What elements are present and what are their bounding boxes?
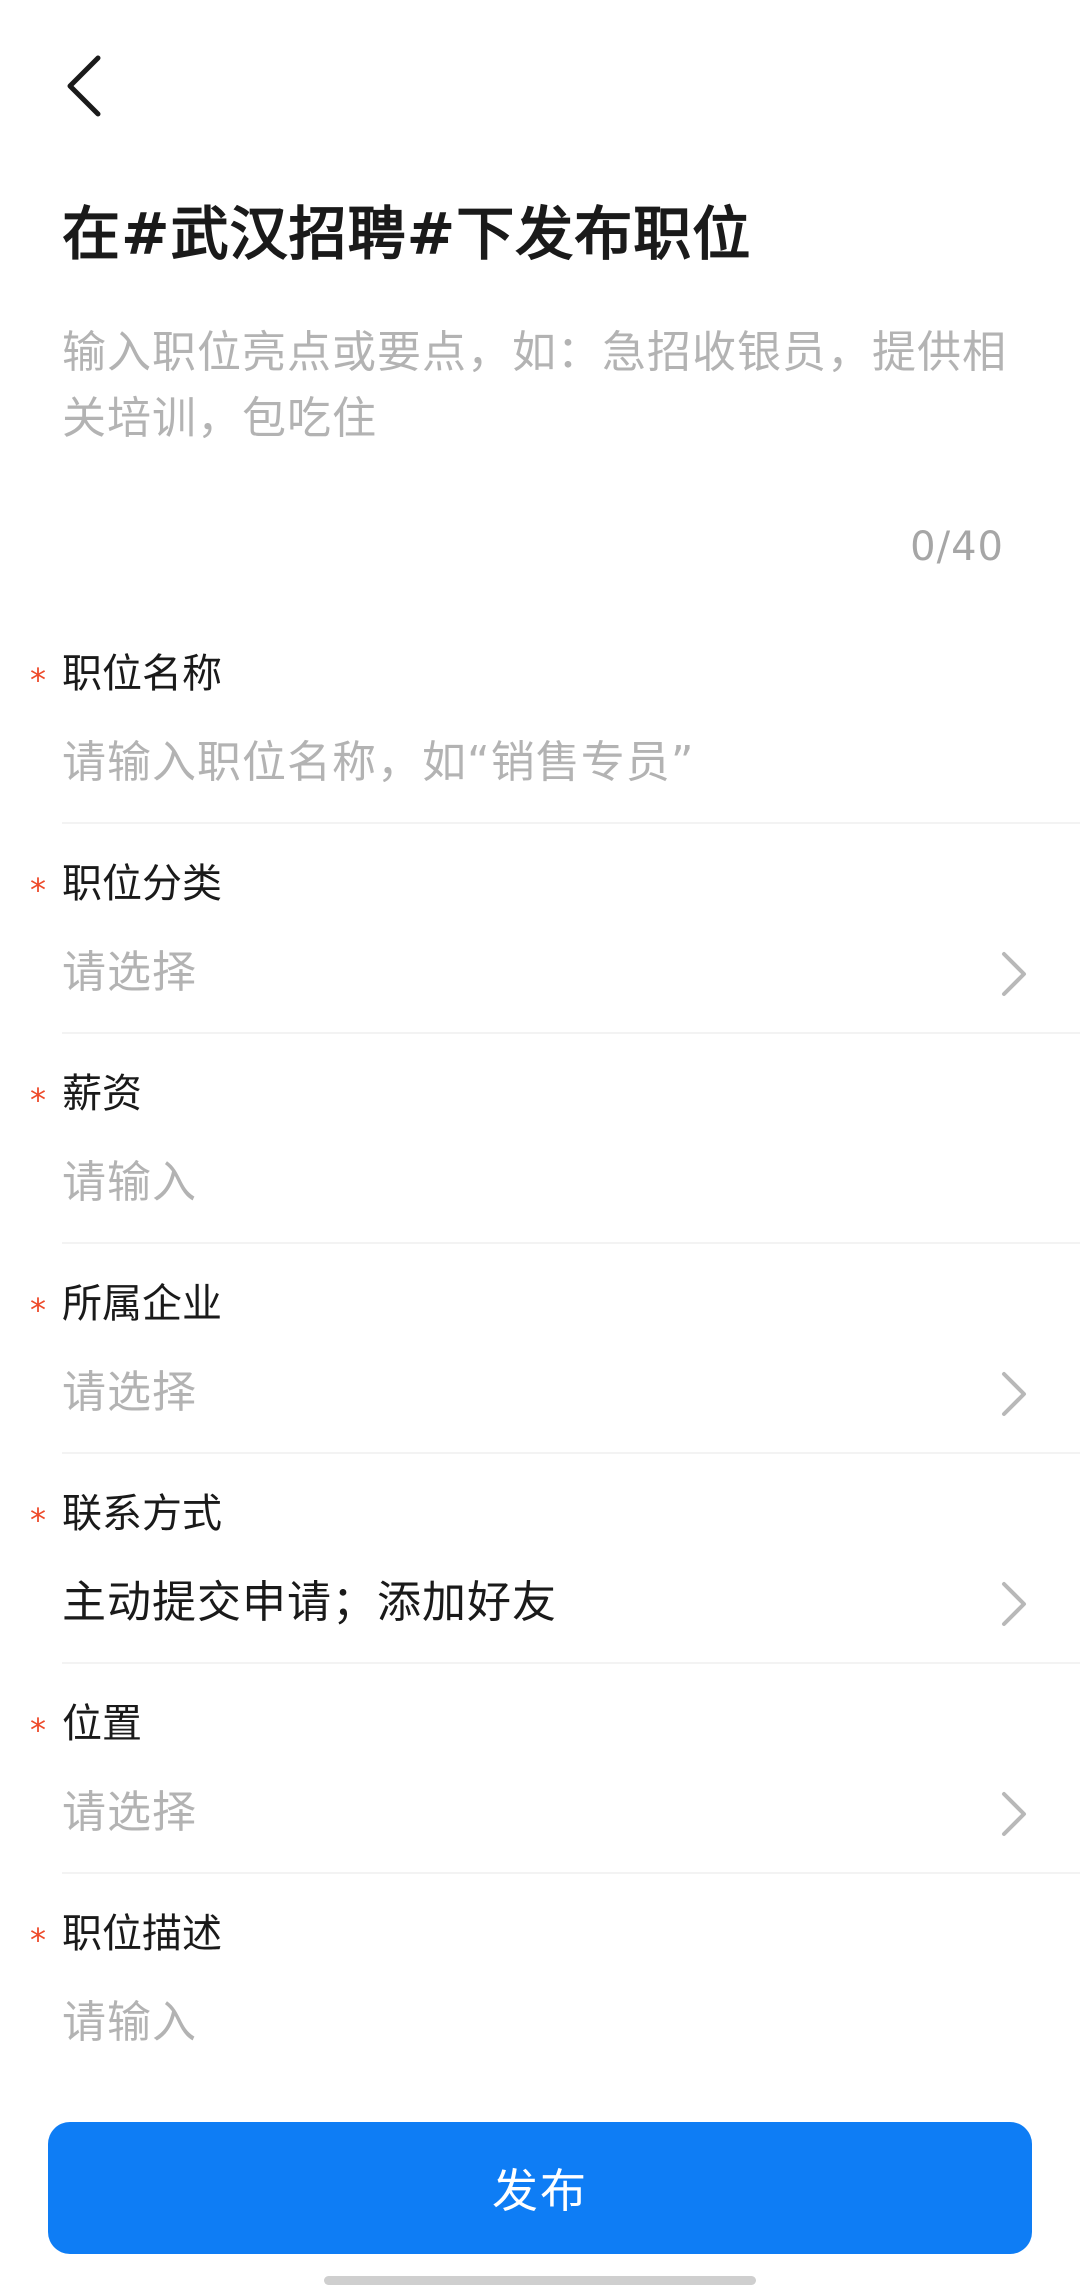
- divider: [62, 1662, 1080, 1664]
- required-mark: *: [30, 871, 46, 909]
- chevron-right-icon: [994, 1788, 1034, 1840]
- field-label: 职位描述: [62, 1911, 222, 1957]
- publish-button[interactable]: 发布: [48, 2122, 1032, 2254]
- back-button[interactable]: [52, 52, 116, 124]
- required-mark: *: [30, 1921, 46, 1959]
- field-label: 联系方式: [62, 1491, 222, 1537]
- required-mark: *: [30, 661, 46, 699]
- job-description-input[interactable]: 请输入: [62, 1988, 197, 2058]
- chevron-right-icon: [994, 948, 1034, 1000]
- field-job-title[interactable]: * 职位名称 请输入职位名称，如“销售专员”: [0, 644, 1080, 844]
- required-mark: *: [30, 1501, 46, 1539]
- divider: [62, 1452, 1080, 1454]
- divider: [62, 822, 1080, 824]
- field-salary[interactable]: * 薪资 请输入: [0, 1064, 1080, 1264]
- field-label: 职位分类: [62, 861, 222, 907]
- field-contact-method[interactable]: * 联系方式 主动提交申请；添加好友: [0, 1484, 1080, 1684]
- field-label: 位置: [62, 1701, 142, 1747]
- field-label: 薪资: [62, 1071, 142, 1117]
- field-label: 职位名称: [62, 651, 222, 697]
- char-counter: 0/40: [910, 524, 1004, 570]
- field-label: 所属企业: [62, 1281, 222, 1327]
- field-location[interactable]: * 位置 请选择: [0, 1694, 1080, 1894]
- company-select[interactable]: 请选择: [62, 1358, 197, 1428]
- field-company[interactable]: * 所属企业 请选择: [0, 1274, 1080, 1474]
- page-title: 在#武汉招聘#下发布职位: [62, 200, 752, 268]
- divider: [62, 1872, 1080, 1874]
- field-job-description[interactable]: * 职位描述 请输入: [0, 1904, 1080, 2104]
- job-title-input[interactable]: 请输入职位名称，如“销售专员”: [62, 728, 695, 798]
- chevron-right-icon: [994, 1368, 1034, 1420]
- chevron-left-icon: [64, 54, 104, 122]
- field-job-category[interactable]: * 职位分类 请选择: [0, 854, 1080, 1054]
- job-category-select[interactable]: 请选择: [62, 938, 197, 1008]
- salary-input[interactable]: 请输入: [62, 1148, 197, 1218]
- home-indicator[interactable]: [324, 2276, 756, 2285]
- required-mark: *: [30, 1291, 46, 1329]
- contact-method-select[interactable]: 主动提交申请；添加好友: [62, 1568, 557, 1638]
- location-select[interactable]: 请选择: [62, 1778, 197, 1848]
- required-mark: *: [30, 1081, 46, 1119]
- required-mark: *: [30, 1711, 46, 1749]
- divider: [62, 1242, 1080, 1244]
- divider: [62, 1032, 1080, 1034]
- chevron-right-icon: [994, 1578, 1034, 1630]
- highlights-input[interactable]: 输入职位亮点或要点，如：急招收银员，提供相关培训，包吃住: [62, 320, 1032, 444]
